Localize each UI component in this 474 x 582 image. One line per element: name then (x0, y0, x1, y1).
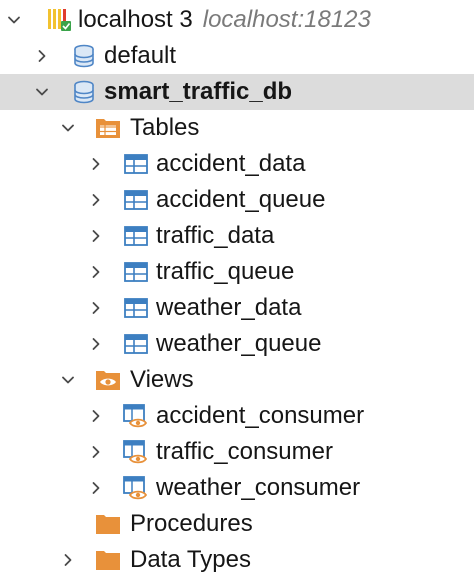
tree-bottom-edge (0, 578, 474, 582)
tree-node-table[interactable]: traffic_queue (0, 254, 474, 290)
chevron-right-icon[interactable] (86, 334, 106, 354)
tree-node-view[interactable]: accident_consumer (0, 398, 474, 434)
tree-node-table[interactable]: accident_queue (0, 182, 474, 218)
chevron-down-icon[interactable] (58, 370, 78, 390)
folder-icon (94, 546, 122, 574)
tree-node-table[interactable]: traffic_data (0, 218, 474, 254)
folder-icon (94, 510, 122, 538)
tree-node-database-default[interactable]: default (0, 38, 474, 74)
chevron-right-icon[interactable] (86, 226, 106, 246)
database-label: smart_traffic_db (104, 78, 293, 105)
chevron-right-icon[interactable] (86, 298, 106, 318)
view-icon (122, 474, 150, 502)
server-connection-icon (44, 6, 72, 34)
chevron-right-icon[interactable] (86, 478, 106, 498)
chevron-right-icon[interactable] (86, 190, 106, 210)
table-icon (122, 258, 150, 286)
connection-label: localhost 3 localhost:18123 (78, 6, 371, 33)
table-icon (122, 150, 150, 178)
connection-host: localhost:18123 (202, 6, 371, 33)
tree-node-views-folder[interactable]: Views (0, 362, 474, 398)
table-label: traffic_data (156, 222, 275, 249)
table-icon (122, 330, 150, 358)
chevron-right-icon[interactable] (86, 154, 106, 174)
table-icon (122, 294, 150, 322)
tree-node-tables-folder[interactable]: Tables (0, 110, 474, 146)
table-label: accident_queue (156, 186, 326, 213)
view-icon (122, 402, 150, 430)
tree-node-table[interactable]: weather_data (0, 290, 474, 326)
table-icon (122, 186, 150, 214)
tree-node-table[interactable]: weather_queue (0, 326, 474, 362)
tables-folder-icon (94, 114, 122, 142)
chevron-right-icon[interactable] (58, 550, 78, 570)
folder-label: Views (130, 366, 194, 393)
chevron-right-icon[interactable] (86, 406, 106, 426)
chevron-down-icon[interactable] (32, 82, 52, 102)
database-label: default (104, 42, 177, 69)
database-icon (70, 42, 98, 70)
database-icon (70, 78, 98, 106)
chevron-right-icon[interactable] (86, 262, 106, 282)
chevron-down-icon[interactable] (58, 118, 78, 138)
table-label: traffic_queue (156, 258, 295, 285)
tree-node-view[interactable]: traffic_consumer (0, 434, 474, 470)
view-label: traffic_consumer (156, 438, 333, 465)
chevron-down-icon[interactable] (4, 10, 24, 30)
table-label: weather_queue (156, 330, 322, 357)
chevron-right-icon[interactable] (32, 46, 52, 66)
tree-node-table[interactable]: accident_data (0, 146, 474, 182)
view-icon (122, 438, 150, 466)
folder-label: Procedures (130, 510, 253, 537)
table-icon (122, 222, 150, 250)
table-label: accident_data (156, 150, 306, 177)
tree-node-database-smart-traffic-db[interactable]: smart_traffic_db (0, 74, 474, 110)
tree-node-procedures-folder[interactable]: Procedures (0, 506, 474, 542)
chevron-right-icon[interactable] (86, 442, 106, 462)
views-folder-icon (94, 366, 122, 394)
tree-node-data-types-folder[interactable]: Data Types (0, 542, 474, 578)
tree-node-connection[interactable]: localhost 3 localhost:18123 (0, 2, 474, 38)
view-label: accident_consumer (156, 402, 365, 429)
folder-label: Data Types (130, 546, 251, 573)
tree-node-view[interactable]: weather_consumer (0, 470, 474, 506)
view-label: weather_consumer (156, 474, 361, 501)
folder-label: Tables (130, 114, 200, 141)
table-label: weather_data (156, 294, 302, 321)
database-tree: localhost 3 localhost:18123 default smar… (0, 0, 474, 582)
